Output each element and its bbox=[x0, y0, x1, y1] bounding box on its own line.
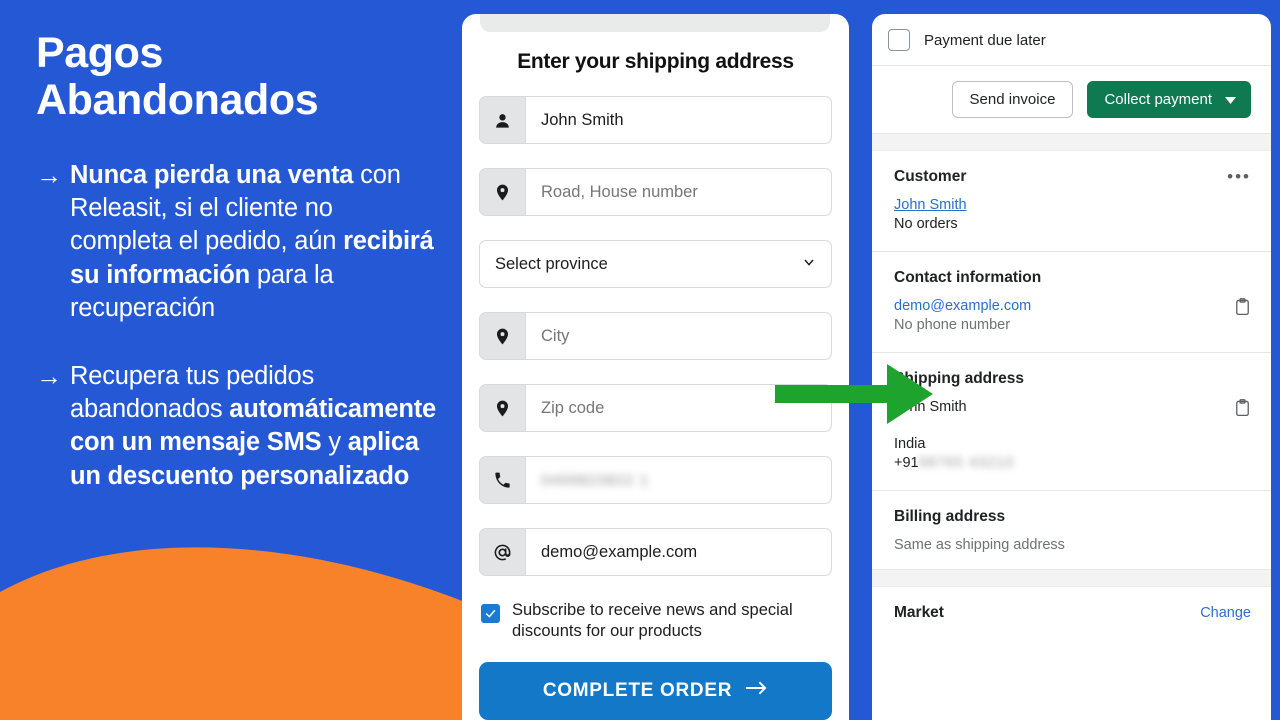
field-full-name[interactable]: John Smith bbox=[479, 96, 832, 144]
payment-due-label: Payment due later bbox=[924, 31, 1046, 49]
field-province-select[interactable]: Select province bbox=[479, 240, 832, 288]
field-phone-value: 0499823822 1 bbox=[541, 471, 649, 489]
shipping-phone: +9198765 43210 bbox=[894, 455, 1015, 471]
customer-section: Customer ••• John Smith No orders bbox=[872, 151, 1271, 251]
ellipsis-icon[interactable]: ••• bbox=[1227, 168, 1251, 185]
checkout-heading: Enter your shipping address bbox=[517, 50, 794, 73]
chevron-down-icon bbox=[801, 254, 817, 275]
contact-information-title: Contact information bbox=[894, 269, 1042, 286]
section-band bbox=[872, 569, 1271, 587]
field-email-value: demo@example.com bbox=[541, 542, 698, 561]
billing-address-title: Billing address bbox=[894, 508, 1006, 525]
billing-address-value: Same as shipping address bbox=[894, 537, 1065, 553]
billing-address-section: Billing address Same as shipping address bbox=[872, 491, 1271, 569]
person-icon bbox=[480, 97, 526, 143]
promo-panel: Pagos Abandonados → Nunca pierda una ven… bbox=[0, 0, 462, 720]
market-title: Market bbox=[894, 604, 944, 621]
customer-name-link[interactable]: John Smith bbox=[894, 197, 1251, 213]
arrow-right-icon bbox=[745, 680, 768, 702]
phone-icon bbox=[480, 457, 526, 503]
promo-bullet-2-text: Recupera tus pedidos abandonados automát… bbox=[70, 361, 436, 490]
arrow-right-icon: → bbox=[36, 360, 62, 391]
orange-wave-decoration bbox=[0, 547, 462, 720]
location-icon bbox=[480, 385, 526, 431]
shipping-country: India bbox=[894, 436, 926, 452]
subscribe-label: Subscribe to receive news and special di… bbox=[512, 601, 793, 641]
market-section: Market Change bbox=[872, 587, 1271, 638]
subscribe-checkbox[interactable] bbox=[481, 604, 500, 623]
market-change-link[interactable]: Change bbox=[1200, 605, 1251, 621]
complete-order-label: COMPLETE ORDER bbox=[542, 680, 733, 702]
promo-content: Pagos Abandonados → Nunca pierda una ven… bbox=[0, 0, 462, 493]
arrow-right-icon: → bbox=[36, 159, 62, 190]
green-arrow-right bbox=[775, 364, 933, 424]
field-phone[interactable]: 0499823822 1 bbox=[479, 456, 832, 504]
at-icon bbox=[480, 529, 526, 575]
payment-due-checkbox[interactable] bbox=[888, 29, 910, 51]
field-street[interactable]: Road, House number bbox=[479, 168, 832, 216]
field-email[interactable]: demo@example.com bbox=[479, 528, 832, 576]
send-invoice-button[interactable]: Send invoice bbox=[951, 81, 1074, 118]
location-icon bbox=[480, 169, 526, 215]
promo-bullet-1: → Nunca pierda una venta con Releasit, s… bbox=[36, 159, 438, 326]
contact-email[interactable]: demo@example.com bbox=[894, 298, 1031, 314]
promo-title: Pagos Abandonados bbox=[36, 29, 319, 125]
promo-bullet-1-text: Nunca pierda una venta con Releasit, si … bbox=[70, 160, 434, 323]
field-province-value: Select province bbox=[495, 254, 608, 273]
section-band bbox=[872, 133, 1271, 151]
contact-phone: No phone number bbox=[894, 317, 1011, 333]
customer-title: Customer bbox=[894, 168, 967, 185]
checkout-scrolled-stub bbox=[480, 14, 830, 32]
caret-down-icon bbox=[1225, 91, 1236, 108]
clipboard-copy-icon[interactable] bbox=[1234, 399, 1251, 421]
subscribe-checkbox-row[interactable]: Subscribe to receive news and special di… bbox=[481, 600, 832, 642]
payment-due-row[interactable]: Payment due later bbox=[872, 14, 1271, 65]
customer-orders: No orders bbox=[894, 216, 958, 232]
complete-order-button[interactable]: COMPLETE ORDER bbox=[479, 662, 832, 720]
field-full-name-value: John Smith bbox=[541, 110, 624, 129]
field-street-value: Road, House number bbox=[541, 182, 698, 201]
collect-payment-label: Collect payment bbox=[1104, 91, 1212, 108]
check-icon bbox=[485, 609, 496, 618]
location-icon bbox=[480, 313, 526, 359]
field-city-value: City bbox=[541, 326, 570, 345]
payment-actions: Send invoice Collect payment bbox=[872, 66, 1271, 133]
collect-payment-button[interactable]: Collect payment bbox=[1087, 81, 1251, 118]
clipboard-copy-icon[interactable] bbox=[1234, 298, 1251, 320]
field-city[interactable]: City bbox=[479, 312, 832, 360]
promo-bullet-2: → Recupera tus pedidos abandonados autom… bbox=[36, 360, 438, 494]
contact-information-section: Contact information demo@example.com No … bbox=[872, 252, 1271, 352]
